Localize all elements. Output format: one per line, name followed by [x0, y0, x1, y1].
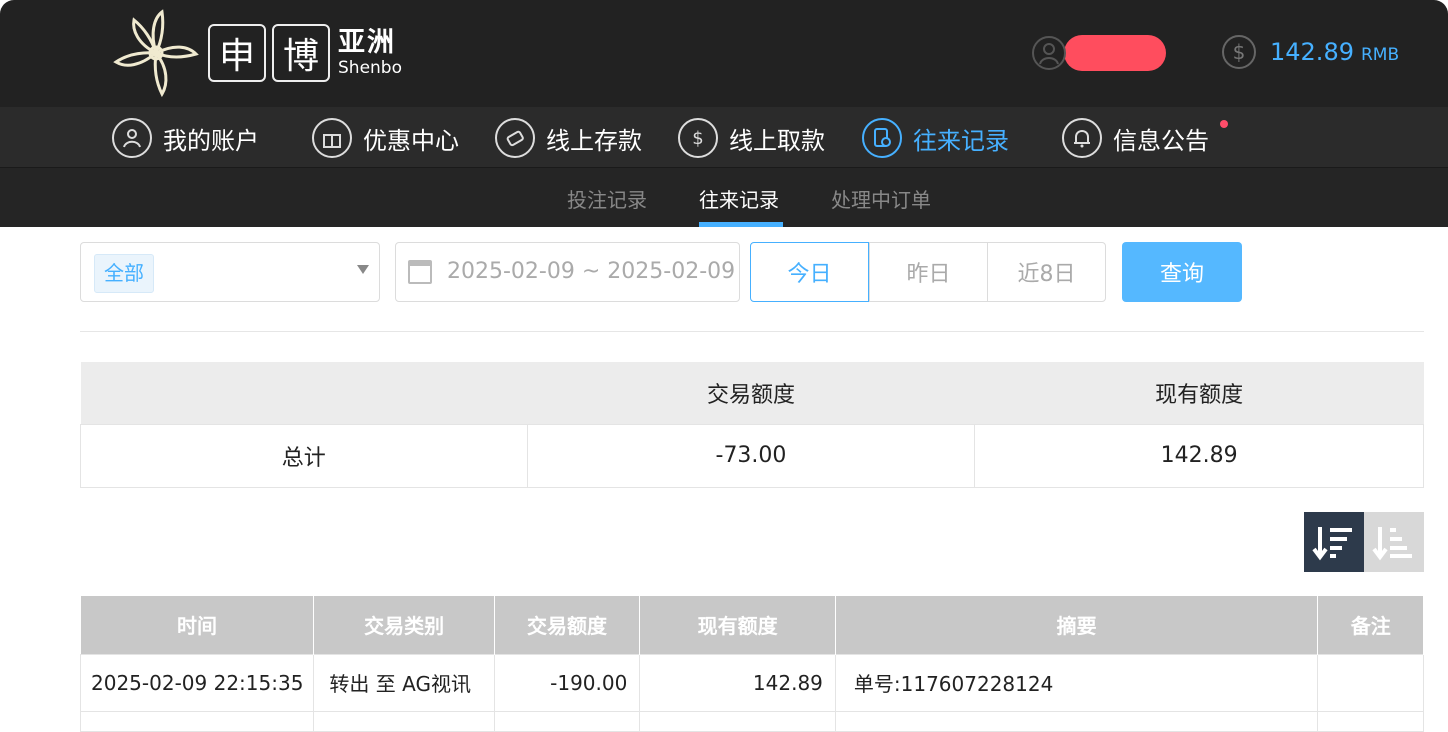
divider — [80, 331, 1424, 332]
user-menu[interactable] — [1032, 35, 1166, 71]
bell-icon — [1062, 118, 1102, 158]
nav-label: 优惠中心 — [363, 126, 459, 155]
notification-dot — [1220, 120, 1228, 128]
flower-logo-icon — [113, 9, 199, 98]
tab-transaction-records[interactable]: 往来记录 — [699, 184, 779, 213]
nav-my-account[interactable]: 我的账户 — [112, 117, 259, 159]
tab-pending-orders[interactable]: 处理中订单 — [831, 184, 931, 213]
nav-label: 线上取款 — [729, 126, 825, 155]
summary-cell: 总计 — [80, 423, 528, 488]
sort-ascending-icon — [1372, 527, 1412, 561]
column-header: 时间 — [80, 596, 315, 654]
table-row — [79, 710, 1424, 732]
column-header: 交易类别 — [313, 596, 495, 654]
range-today-button[interactable]: 今日 — [750, 242, 869, 302]
column-header: 现有额度 — [639, 596, 836, 654]
summary-cell: 142.89 — [974, 423, 1424, 488]
query-button[interactable]: 查询 — [1122, 242, 1242, 302]
sort-ascending-button[interactable] — [1364, 512, 1424, 572]
nav-label: 线上存款 — [546, 126, 642, 155]
column-header: 摘要 — [835, 596, 1319, 654]
nav-promotions[interactable]: 优惠中心 — [312, 117, 459, 159]
active-tab-indicator — [699, 222, 783, 227]
withdraw-icon: $ — [678, 118, 718, 158]
balance-currency: RMB — [1360, 45, 1400, 65]
tab-bet-records[interactable]: 投注记录 — [567, 184, 647, 213]
records-table: 时间 交易类别 交易额度 现有额度 摘要 备注 2025-02-09 22:15… — [79, 596, 1424, 732]
top-header: 申 博 亚洲 Shenbo $ 142.89 RMB — [0, 0, 1448, 107]
sub-nav: 投注记录 往来记录 处理中订单 — [0, 168, 1448, 227]
logo-char-box: 博 — [272, 24, 330, 82]
records-icon — [862, 118, 902, 158]
column-header: 备注 — [1317, 596, 1424, 654]
nav-label: 我的账户 — [163, 126, 259, 155]
main-nav: 我的账户 优惠中心 线上存款 $ 线上取款 往来记录 信息公告 — [0, 107, 1448, 168]
nav-label: 信息公告 — [1113, 126, 1209, 155]
dollar-coin-icon: $ — [1222, 35, 1256, 69]
logo-char-box: 申 — [208, 24, 266, 82]
summary-header — [80, 362, 528, 424]
nav-withdraw[interactable]: $ 线上取款 — [678, 117, 825, 159]
summary-header: 交易额度 — [527, 362, 975, 424]
summary-cell: -73.00 — [526, 423, 976, 488]
sort-descending-icon — [1312, 527, 1352, 561]
calendar-icon — [408, 260, 432, 284]
summary-header-row: 交易额度 现有额度 — [80, 362, 1424, 424]
cell-summary: 单号:117607228124 — [834, 653, 1319, 712]
cell-amount: -190.00 — [493, 653, 641, 712]
redacted-username — [1064, 35, 1166, 71]
cell-time: 2025-02-09 22:15:35 — [79, 653, 315, 712]
balance-amount: 142.89 — [1270, 38, 1354, 66]
column-header: 交易额度 — [494, 596, 641, 654]
avatar-icon — [1032, 36, 1066, 70]
date-range-picker[interactable]: 2025-02-09 ~ 2025-02-09 — [395, 242, 740, 302]
nav-label: 往来记录 — [913, 126, 1009, 155]
user-icon — [112, 118, 152, 158]
brand-logo[interactable]: 申 博 亚洲 Shenbo — [110, 8, 402, 98]
date-range-value: 2025-02-09 ~ 2025-02-09 — [447, 259, 736, 284]
transaction-type-select[interactable]: 全部 — [80, 242, 380, 302]
chevron-down-icon — [357, 265, 369, 274]
brand-name: 亚洲 Shenbo — [338, 27, 402, 79]
brand-name-cn: 亚洲 — [338, 27, 396, 58]
gift-icon — [312, 118, 352, 158]
table-row: 2025-02-09 22:15:35 转出 至 AG视讯 -190.00 14… — [79, 653, 1424, 712]
nav-deposit[interactable]: 线上存款 — [495, 117, 642, 159]
cell-remark — [1317, 653, 1424, 712]
nav-records[interactable]: 往来记录 — [862, 117, 1009, 159]
range-8days-button[interactable]: 近8日 — [987, 242, 1106, 302]
summary-total-row: 总计 -73.00 142.89 — [80, 423, 1424, 488]
wallet-balance: $ 142.89 RMB — [1222, 35, 1399, 69]
range-yesterday-button[interactable]: 昨日 — [869, 242, 988, 302]
sort-descending-button[interactable] — [1304, 512, 1364, 572]
summary-table: 交易额度 现有额度 总计 -73.00 142.89 — [80, 362, 1424, 488]
summary-header: 现有额度 — [974, 362, 1424, 424]
deposit-icon — [495, 118, 535, 158]
records-header-row: 时间 交易类别 交易额度 现有额度 摘要 备注 — [80, 596, 1424, 654]
cell-type: 转出 至 AG视讯 — [313, 653, 495, 712]
nav-announcements[interactable]: 信息公告 — [1062, 117, 1209, 159]
cell-balance: 142.89 — [639, 653, 836, 712]
brand-name-en: Shenbo — [338, 58, 402, 78]
selected-type-tag: 全部 — [94, 254, 154, 293]
